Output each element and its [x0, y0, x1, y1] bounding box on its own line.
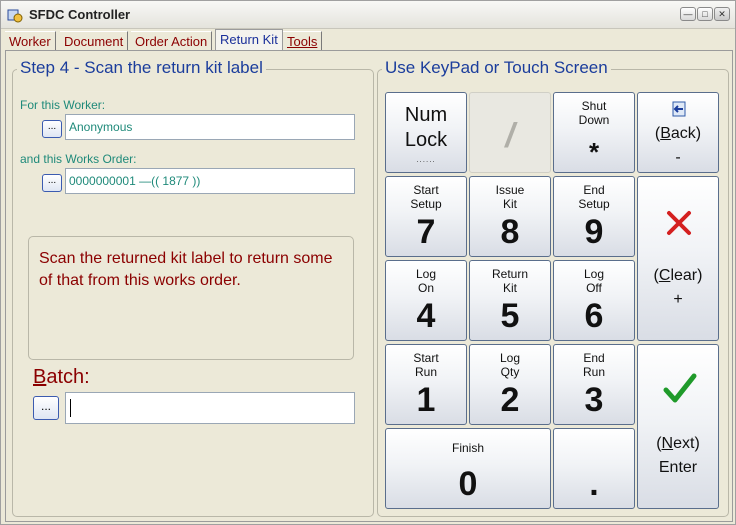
batch-label-rest: atch: [46, 366, 90, 388]
key-8-caption: Issue Kit [495, 183, 525, 211]
window: SFDC Controller — □ ✕ Worker Document Or… [0, 0, 736, 525]
works-order-field[interactable]: 0000000001 —(( 1877 )) [65, 168, 355, 194]
tab-tools-label: Tools [287, 34, 318, 49]
shut-down-key[interactable]: Shut Down * [553, 92, 635, 173]
batch-label-accel: B [33, 366, 47, 388]
red-x-icon [667, 211, 691, 235]
batch-label: Batch: [33, 366, 90, 389]
slash-key: / [469, 92, 551, 173]
worker-browse-button[interactable]: ... [42, 120, 62, 138]
asterisk-symbol: * [588, 137, 600, 167]
key-6[interactable]: Log Off 6 [553, 260, 635, 341]
key-0-caption: Finish [451, 441, 484, 455]
key-9-digit: 9 [584, 213, 604, 251]
key-0-digit: 0 [458, 465, 478, 503]
key-5-caption: Return Kit [491, 267, 529, 295]
key-3-caption: End Run [582, 351, 605, 379]
tab-content: Step 4 - Scan the return kit label For t… [5, 50, 733, 522]
num-lock-line2: Lock [404, 129, 448, 151]
enter-key[interactable]: (Next) Enter [637, 344, 719, 509]
close-button[interactable]: ✕ [714, 7, 730, 21]
next-key-label: (Next) [638, 433, 718, 455]
tab-worker[interactable]: Worker [5, 31, 56, 51]
worker-label: For this Worker: [20, 98, 106, 112]
decimal-point-digit: . [589, 465, 599, 503]
back-accel: B [660, 125, 671, 142]
back-rest: ack) [670, 125, 702, 142]
tab-return-kit[interactable]: Return Kit [215, 29, 283, 51]
worker-field[interactable]: Anonymous [65, 114, 355, 140]
key-5[interactable]: Return Kit 5 [469, 260, 551, 341]
window-title: SFDC Controller [29, 7, 131, 22]
key-7-digit: 7 [416, 213, 436, 251]
batch-browse-button[interactable]: ... [33, 396, 59, 420]
back-key[interactable]: (Back) - [637, 92, 719, 173]
key-4-caption: Log On [415, 267, 437, 295]
plus-symbol: + [673, 291, 683, 308]
maximize-button[interactable]: □ [697, 7, 713, 21]
key-1[interactable]: Start Run 1 [385, 344, 467, 425]
tab-order-action[interactable]: Order Action [131, 31, 213, 51]
key-7-caption: Start Setup [410, 183, 442, 211]
key-2-caption: Log Qty [499, 351, 521, 379]
text-caret [70, 399, 71, 417]
key-3[interactable]: End Run 3 [553, 344, 635, 425]
num-lock-line1: Num [404, 104, 448, 126]
key-4-digit: 4 [416, 297, 436, 335]
instruction-message: Scan the returned kit label to return so… [28, 236, 354, 360]
num-lock-key[interactable]: Num Lock ...... [385, 92, 467, 173]
next-rest: ext) [673, 435, 700, 452]
next-accel: N [661, 435, 674, 452]
key-1-digit: 1 [416, 381, 436, 419]
keypad-group-title: Use KeyPad or Touch Screen [382, 58, 611, 78]
clear-rest: lear) [670, 267, 703, 284]
minimize-button[interactable]: — [680, 7, 696, 21]
tab-document[interactable]: Document [60, 31, 129, 51]
scan-group-title: Step 4 - Scan the return kit label [17, 58, 266, 78]
works-order-browse-button[interactable]: ... [42, 174, 62, 192]
key-4[interactable]: Log On 4 [385, 260, 467, 341]
scan-group: Step 4 - Scan the return kit label For t… [12, 58, 374, 517]
tab-tools[interactable]: Tools [283, 31, 323, 51]
key-9-caption: End Setup [578, 183, 610, 211]
minus-symbol: - [675, 149, 681, 166]
key-2-digit: 2 [500, 381, 520, 419]
key-1-caption: Start Run [413, 351, 439, 379]
key-7[interactable]: Start Setup 7 [385, 176, 467, 257]
app-icon [7, 9, 23, 23]
key-6-caption: Log Off [583, 267, 605, 295]
key-5-digit: 5 [500, 297, 520, 335]
key-0[interactable]: Finish 0 [385, 428, 551, 509]
key-8-digit: 8 [500, 213, 520, 251]
num-lock-dots: ...... [416, 155, 436, 164]
slash-key-label: / [505, 117, 515, 155]
key-3-digit: 3 [584, 381, 604, 419]
green-check-icon [663, 373, 697, 403]
clear-key[interactable]: (Clear) + [637, 176, 719, 341]
clear-key-label: (Clear) [638, 265, 718, 287]
batch-input[interactable] [65, 392, 355, 424]
clear-accel: C [658, 267, 671, 284]
title-bar: SFDC Controller — □ ✕ [1, 1, 735, 29]
key-6-digit: 6 [584, 297, 604, 335]
back-key-label: (Back) [638, 123, 718, 145]
works-order-label: and this Works Order: [20, 152, 137, 166]
shut-down-caption: Shut Down [578, 99, 610, 127]
enter-label: Enter [658, 459, 698, 476]
key-9[interactable]: End Setup 9 [553, 176, 635, 257]
decimal-point-key[interactable]: . [553, 428, 635, 509]
key-2[interactable]: Log Qty 2 [469, 344, 551, 425]
back-arrow-icon [672, 101, 686, 117]
key-8[interactable]: Issue Kit 8 [469, 176, 551, 257]
